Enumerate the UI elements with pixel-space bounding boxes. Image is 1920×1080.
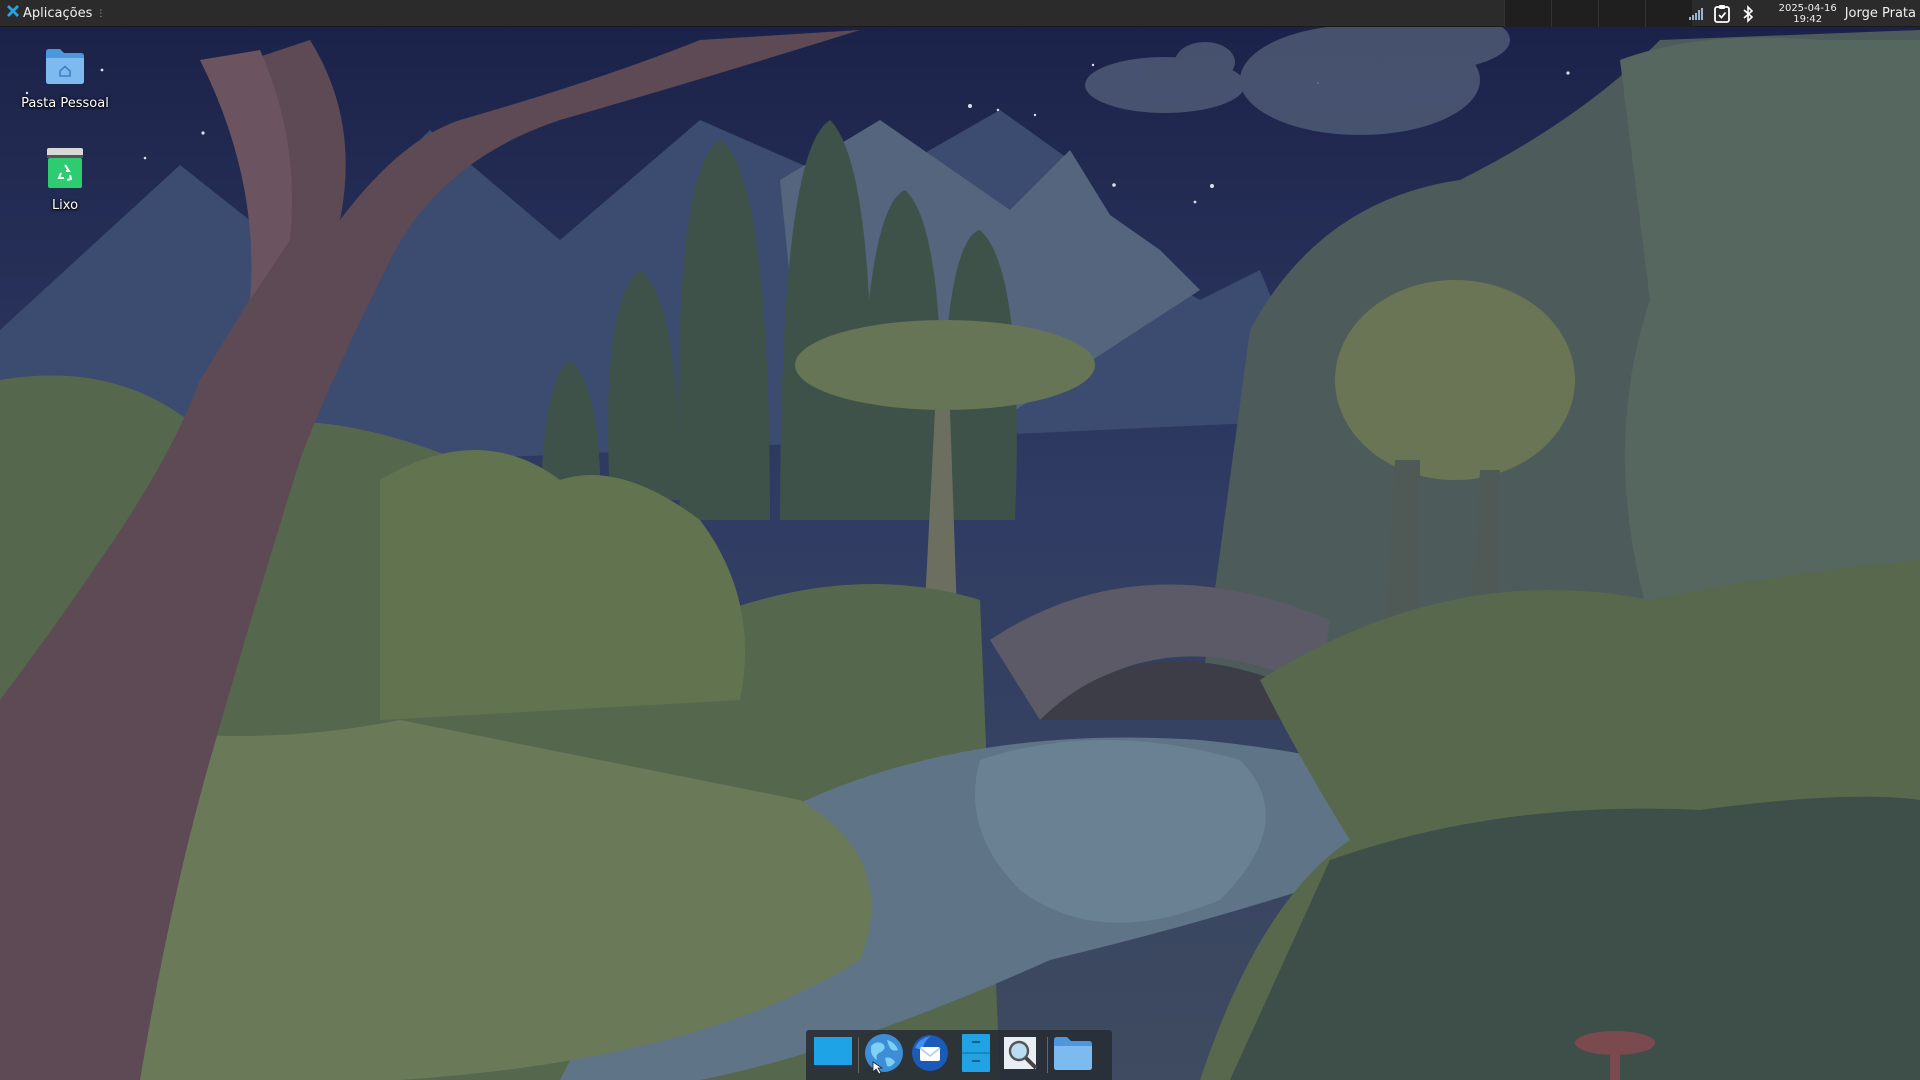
desktop-icon-trash[interactable]: Lixo bbox=[20, 146, 110, 213]
web-browser-icon bbox=[863, 1032, 905, 1078]
workspace-switcher bbox=[1504, 0, 1692, 27]
dock-email-client[interactable] bbox=[907, 1032, 953, 1078]
search-icon bbox=[1002, 1033, 1042, 1077]
dock-search[interactable] bbox=[999, 1032, 1045, 1078]
email-client-icon bbox=[909, 1032, 951, 1078]
clipboard-icon[interactable] bbox=[1711, 3, 1733, 25]
show-desktop-icon bbox=[813, 1034, 853, 1076]
xfce-logo-icon bbox=[6, 4, 20, 23]
user-menu[interactable]: Jorge Prata bbox=[1845, 6, 1916, 21]
applications-menu-button[interactable]: Aplicações ⋮ bbox=[2, 0, 109, 27]
file-cabinet-icon bbox=[959, 1033, 993, 1077]
desktop-icon-home-folder[interactable]: Pasta Pessoal bbox=[20, 44, 110, 111]
dock bbox=[806, 1030, 1112, 1080]
panel-grip-icon: ⋮ bbox=[96, 8, 106, 19]
dock-file-cabinet[interactable] bbox=[953, 1032, 999, 1078]
desktop-icon-label: Lixo bbox=[51, 198, 79, 213]
dock-separator bbox=[858, 1037, 859, 1073]
dock-web-browser[interactable] bbox=[861, 1032, 907, 1078]
desktop-wallpaper bbox=[0, 0, 1920, 1080]
top-panel: Aplicações ⋮ 2025-04-16 19:42 Jorge Prat… bbox=[0, 0, 1920, 27]
dock-show-desktop[interactable] bbox=[810, 1032, 856, 1078]
bluetooth-icon[interactable] bbox=[1737, 3, 1759, 25]
folder-icon bbox=[1052, 1034, 1094, 1076]
workspace-1[interactable] bbox=[1504, 0, 1551, 27]
trash-icon bbox=[43, 146, 87, 194]
workspace-3[interactable] bbox=[1598, 0, 1645, 27]
clock-time: 19:42 bbox=[1793, 13, 1823, 25]
dock-file-manager[interactable] bbox=[1050, 1032, 1096, 1078]
system-tray: 2025-04-16 19:42 Jorge Prata bbox=[1683, 0, 1920, 27]
dock-separator bbox=[1047, 1037, 1048, 1073]
workspace-2[interactable] bbox=[1551, 0, 1598, 27]
applications-menu-label: Aplicações bbox=[23, 6, 93, 21]
desktop-icon-label: Pasta Pessoal bbox=[21, 96, 109, 111]
clock[interactable]: 2025-04-16 19:42 bbox=[1779, 3, 1837, 25]
home-folder-icon bbox=[43, 44, 87, 92]
clock-date: 2025-04-16 bbox=[1778, 2, 1837, 14]
network-signal-icon[interactable] bbox=[1685, 3, 1707, 25]
